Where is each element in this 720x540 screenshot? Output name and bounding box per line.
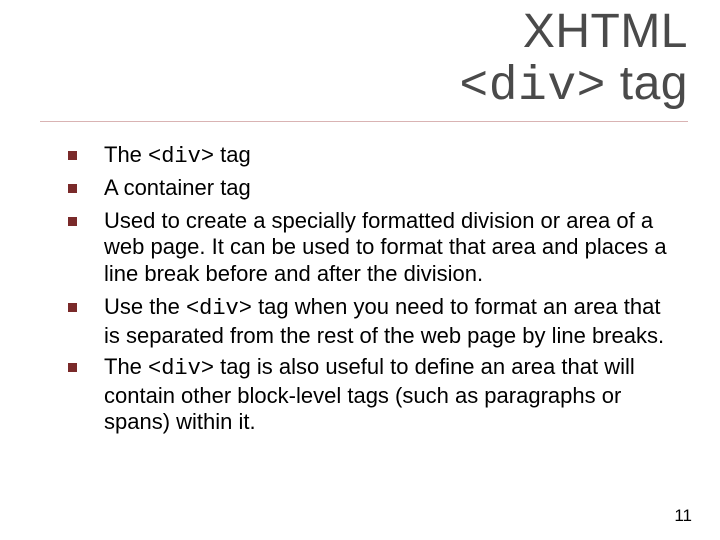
slide-title: XHTML <div> tag	[459, 6, 688, 114]
title-line-2: <div> tag	[459, 58, 688, 114]
title-line-1: XHTML	[459, 6, 688, 58]
bullet-text-pre: A container tag	[104, 175, 251, 200]
bullet-list: The <div> tag A container tag Used to cr…	[60, 142, 680, 436]
bullet-text-pre: Use the	[104, 294, 186, 319]
page-number: 11	[674, 506, 692, 526]
bullet-text-pre: The	[104, 142, 148, 167]
bullet-text-mono: <div>	[148, 144, 214, 169]
bullet-text-post: tag	[214, 142, 251, 167]
list-item: The <div> tag is also useful to define a…	[60, 354, 680, 436]
title-mono-part: <div>	[459, 60, 606, 114]
bullet-text-mono: <div>	[186, 296, 252, 321]
bullet-text-pre: Used to create a specially formatted div…	[104, 208, 667, 287]
list-item: A container tag	[60, 175, 680, 204]
list-item: Use the <div> tag when you need to forma…	[60, 294, 680, 350]
bullet-text-pre: The	[104, 354, 148, 379]
title-divider	[40, 121, 688, 122]
slide: XHTML <div> tag The <div> tag A containe…	[0, 0, 720, 540]
list-item: Used to create a specially formatted div…	[60, 208, 680, 290]
list-item: The <div> tag	[60, 142, 680, 171]
title-text-part: tag	[606, 57, 688, 110]
content-area: The <div> tag A container tag Used to cr…	[60, 142, 680, 440]
bullet-text-mono: <div>	[148, 356, 214, 381]
